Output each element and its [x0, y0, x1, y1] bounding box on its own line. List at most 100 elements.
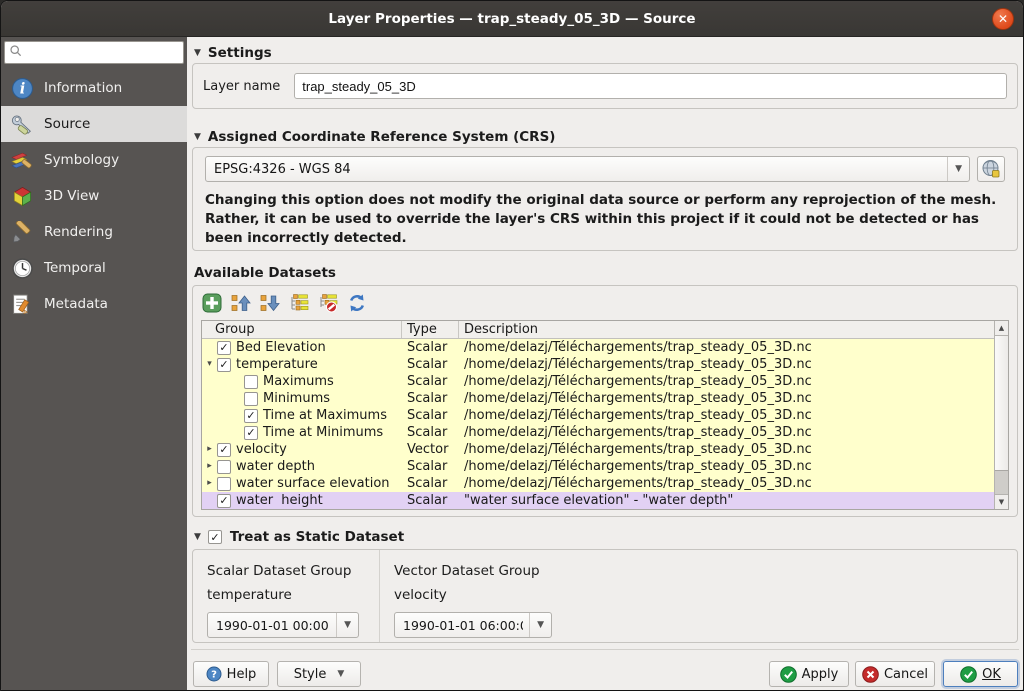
column-header-type[interactable]: Type	[402, 321, 459, 338]
table-row[interactable]: Maximums Scalar /home/delazj/Téléchargem…	[202, 373, 994, 390]
scroll-down-icon[interactable]: ▼	[995, 494, 1008, 509]
cube-3d-icon	[10, 184, 34, 208]
static-dataset-group: Scalar Dataset Group temperature 1990-01…	[192, 549, 1018, 643]
static-dataset-checkbox[interactable]	[208, 530, 222, 544]
clock-icon	[10, 256, 34, 280]
ok-button[interactable]: OK	[943, 661, 1018, 687]
check-all-button[interactable]	[288, 292, 310, 314]
dataset-name: velocity	[236, 441, 287, 458]
svg-text:i: i	[19, 80, 25, 97]
dataset-type: Scalar	[402, 356, 459, 373]
expander-icon[interactable]	[202, 356, 217, 373]
scalar-time-select[interactable]: 1990-01-01 00:00:00 ▼	[207, 612, 359, 638]
datasets-table-header[interactable]: Group Type Description	[202, 321, 1008, 339]
chevron-down-icon: ▼	[337, 669, 344, 679]
row-checkbox[interactable]	[217, 341, 231, 355]
scrollbar-thumb[interactable]	[995, 336, 1008, 471]
search-input[interactable]	[26, 46, 179, 60]
sidebar-item-source[interactable]: Source	[1, 106, 187, 142]
dataset-description: /home/delazj/Téléchargements/trap_steady…	[459, 373, 994, 390]
titlebar[interactable]: Layer Properties — trap_steady_05_3D — S…	[1, 1, 1023, 37]
static-dataset-header[interactable]: ▼ Treat as Static Dataset	[194, 529, 404, 545]
expander-icon[interactable]	[202, 475, 217, 492]
refresh-button[interactable]	[346, 292, 368, 314]
dataset-name: water depth	[236, 458, 315, 475]
dataset-description: /home/delazj/Téléchargements/trap_steady…	[459, 441, 994, 458]
crs-section-header[interactable]: ▼ Assigned Coordinate Reference System (…	[194, 129, 555, 145]
dataset-description: /home/delazj/Téléchargements/trap_steady…	[459, 424, 994, 441]
dataset-name: Time at Maximums	[263, 407, 387, 424]
expander-icon[interactable]	[202, 441, 217, 458]
crs-selected-value: EPSG:4326 - WGS 84	[214, 162, 941, 177]
row-checkbox[interactable]	[244, 375, 258, 389]
sidebar-item-label: Metadata	[44, 296, 108, 312]
row-checkbox[interactable]	[217, 358, 231, 372]
row-checkbox[interactable]	[244, 392, 258, 406]
sidebar-item-temporal[interactable]: Temporal	[1, 250, 187, 286]
row-checkbox[interactable]	[217, 494, 231, 508]
vector-time-select[interactable]: 1990-01-01 06:00:00 ▼	[394, 612, 552, 638]
sidebar-item-metadata[interactable]: Metadata	[1, 286, 187, 322]
sidebar-item-rendering[interactable]: Rendering	[1, 214, 187, 250]
vertical-scrollbar[interactable]: ▲ ▼	[994, 321, 1008, 509]
column-header-group[interactable]: Group	[202, 321, 402, 338]
table-row[interactable]: Time at Minimums Scalar /home/delazj/Tél…	[202, 424, 994, 441]
table-row[interactable]: water surface elevation Scalar /home/del…	[202, 475, 994, 492]
datasets-title: Available Datasets	[194, 265, 336, 281]
dataset-name: water surface elevation	[236, 475, 390, 492]
document-pencil-icon	[10, 292, 34, 316]
dataset-description: /home/delazj/Téléchargements/trap_steady…	[459, 458, 994, 475]
style-button[interactable]: Style ▼	[277, 661, 361, 687]
sidebar-item-symbology[interactable]: Symbology	[1, 142, 187, 178]
table-row[interactable]: Bed Elevation Scalar /home/delazj/Téléch…	[202, 339, 994, 356]
collapse-arrow-icon[interactable]: ▼	[194, 532, 201, 542]
dataset-description: /home/delazj/Téléchargements/trap_steady…	[459, 356, 994, 373]
vector-dataset-group-name: velocity	[394, 587, 579, 603]
scroll-up-icon[interactable]: ▲	[995, 321, 1008, 336]
table-row[interactable]: water depth Scalar /home/delazj/Téléchar…	[202, 458, 994, 475]
collapse-all-button[interactable]	[230, 292, 252, 314]
collapse-arrow-icon[interactable]: ▼	[194, 48, 201, 58]
close-button[interactable]: ✕	[992, 8, 1014, 30]
row-checkbox[interactable]	[244, 426, 258, 440]
datasets-section-header: Available Datasets	[194, 265, 336, 281]
vector-dataset-column: Vector Dataset Group velocity 1990-01-01…	[379, 550, 579, 642]
sidebar-item-label: Information	[44, 80, 122, 96]
help-button[interactable]: ? Help	[193, 661, 269, 687]
row-checkbox[interactable]	[217, 460, 231, 474]
table-row[interactable]: Minimums Scalar /home/delazj/Téléchargem…	[202, 390, 994, 407]
crs-group: EPSG:4326 - WGS 84 ▼ Changing this op	[192, 147, 1018, 251]
layer-name-input[interactable]	[294, 73, 1007, 99]
dataset-name: Minimums	[263, 390, 330, 407]
settings-section-header[interactable]: ▼ Settings	[194, 45, 272, 61]
add-dataset-button[interactable]	[201, 292, 223, 314]
layer-name-label: Layer name	[203, 79, 280, 94]
table-row[interactable]: Time at Maximums Scalar /home/delazj/Tél…	[202, 407, 994, 424]
sidebar-item-information[interactable]: i Information	[1, 70, 187, 106]
scalar-time-value: 1990-01-01 00:00:00	[216, 618, 330, 633]
table-row[interactable]: temperature Scalar /home/delazj/Téléchar…	[202, 356, 994, 373]
uncheck-all-button[interactable]	[317, 292, 339, 314]
settings-group: Layer name	[192, 63, 1018, 109]
column-header-description[interactable]: Description	[459, 321, 1008, 338]
select-crs-button[interactable]	[977, 156, 1005, 182]
row-checkbox[interactable]	[217, 477, 231, 491]
table-row[interactable]: water height Scalar "water surface eleva…	[202, 492, 994, 509]
wrench-icon	[10, 112, 34, 136]
scalar-dataset-group-name: temperature	[207, 587, 379, 603]
row-checkbox[interactable]	[244, 409, 258, 423]
apply-button[interactable]: Apply	[769, 661, 849, 687]
dataset-type: Scalar	[402, 339, 459, 356]
expander-icon[interactable]	[202, 458, 217, 475]
crs-select[interactable]: EPSG:4326 - WGS 84 ▼	[205, 156, 970, 182]
row-checkbox[interactable]	[217, 443, 231, 457]
table-row[interactable]: velocity Vector /home/delazj/Téléchargem…	[202, 441, 994, 458]
expand-all-button[interactable]	[259, 292, 281, 314]
dataset-type: Scalar	[402, 475, 459, 492]
sidebar-search[interactable]	[4, 41, 184, 64]
cancel-button[interactable]: Cancel	[855, 661, 935, 687]
sidebar-item-label: 3D View	[44, 188, 99, 204]
sidebar-item-label: Symbology	[44, 152, 119, 168]
sidebar-item-3d-view[interactable]: 3D View	[1, 178, 187, 214]
collapse-arrow-icon[interactable]: ▼	[194, 132, 201, 142]
